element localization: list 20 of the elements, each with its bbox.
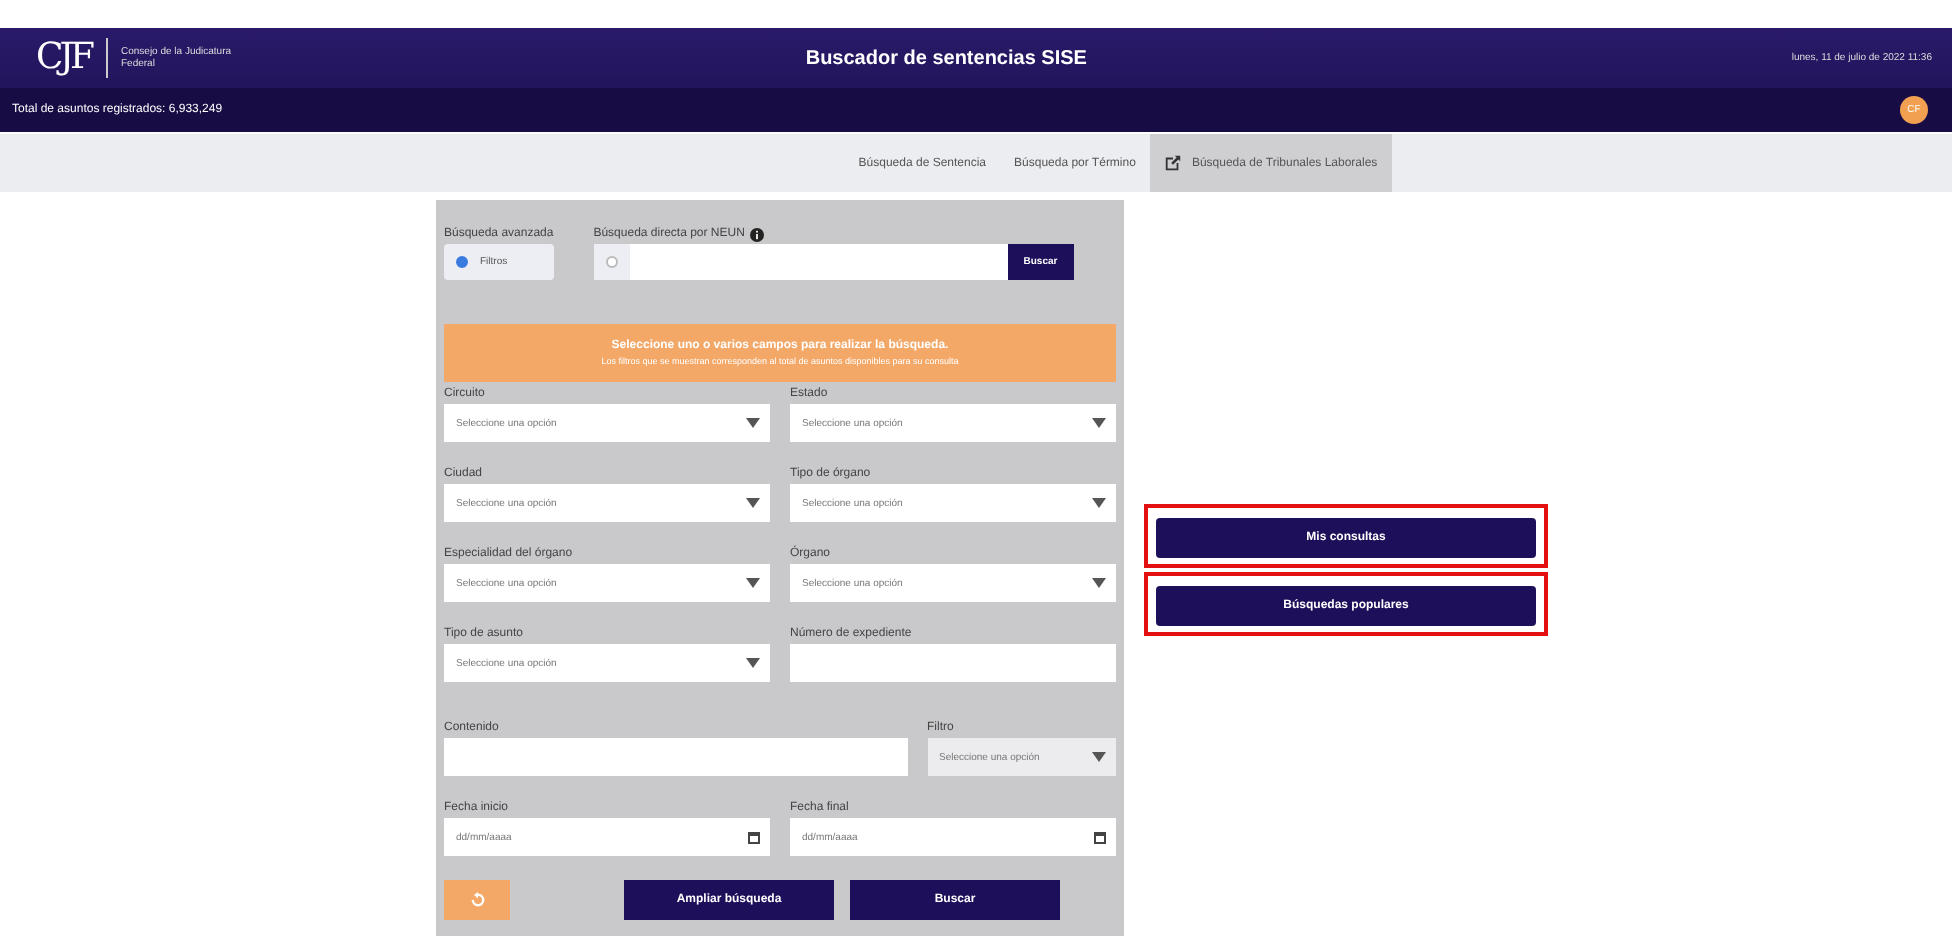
chevron-down-icon <box>1092 752 1106 762</box>
neun-input-field[interactable] <box>629 244 1008 280</box>
info-icon[interactable] <box>750 227 765 241</box>
chevron-down-icon <box>1092 498 1106 508</box>
reset-button[interactable] <box>444 880 510 920</box>
chevron-down-icon <box>746 658 760 668</box>
input-field[interactable] <box>444 738 907 776</box>
chevron-down-icon <box>746 498 760 508</box>
page-title: Buscador de sentencias SISE <box>803 47 1089 69</box>
chevron-down-icon <box>1092 578 1106 588</box>
chevron-down-icon <box>746 418 760 428</box>
chevron-down-icon <box>1092 418 1106 428</box>
reset-icon <box>469 892 485 908</box>
input-field[interactable] <box>790 644 1116 682</box>
calendar-icon <box>748 830 760 844</box>
calendar-icon <box>1094 830 1106 844</box>
chevron-down-icon <box>746 578 760 588</box>
radio-button[interactable] <box>456 256 468 268</box>
radio-button[interactable] <box>605 256 618 268</box>
logo: CJF <box>36 38 109 78</box>
